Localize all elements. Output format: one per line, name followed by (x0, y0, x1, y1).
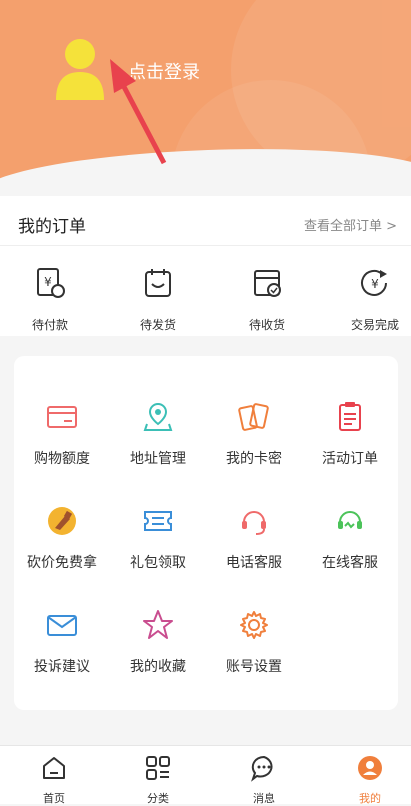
transaction-complete-icon: ¥ (361, 269, 387, 296)
service-label: 投诉建议 (34, 659, 90, 675)
headset-icon (242, 511, 266, 535)
box-receive-icon (254, 270, 281, 297)
location-icon (143, 402, 173, 431)
service-label: 电话客服 (226, 555, 282, 571)
order-label: 交易完成 (350, 318, 399, 332)
service-label: 地址管理 (130, 451, 186, 467)
category-icon (146, 756, 170, 780)
clipboard-icon (339, 402, 361, 431)
home-icon (43, 757, 65, 779)
message-icon (251, 755, 273, 782)
service-label: 砍价免费拿 (27, 555, 97, 571)
order-pending-receive[interactable]: 待收货 (232, 266, 302, 333)
bottom-tab-bar: 首页 分类 消息 我的 (0, 745, 411, 806)
tab-messages[interactable]: 消息 (234, 754, 294, 806)
services-grid: 购物额度 地址管理 我的卡密 活动订单 砍价免费拿 礼包领取 电话客服 在线客服… (14, 356, 398, 710)
service-label: 购物额度 (34, 451, 90, 467)
order-label: 待发货 (139, 318, 176, 332)
tab-home[interactable]: 首页 (24, 754, 84, 806)
avatar-icon[interactable] (54, 38, 106, 100)
tab-label: 分类 (147, 792, 169, 805)
profile-icon (358, 756, 382, 780)
wallet-pending-icon: ¥ (37, 268, 65, 298)
online-headset-icon (338, 511, 362, 529)
my-orders-section: 我的订单 查看全部订单 > ¥ 待付款 待发货 待收货 ¥ 交易完成 (0, 196, 411, 336)
mail-icon (47, 615, 77, 636)
tab-category[interactable]: 分类 (128, 754, 188, 806)
service-complaint[interactable]: 投诉建议 (14, 608, 110, 676)
card-icon (47, 406, 77, 428)
tab-label: 首页 (43, 792, 65, 805)
orders-title: 我的订单 (18, 217, 86, 237)
service-label: 我的收藏 (130, 659, 186, 675)
service-label: 我的卡密 (226, 451, 282, 467)
service-online-support[interactable]: 在线客服 (302, 504, 398, 572)
ticket-icon (144, 511, 172, 531)
package-ship-icon (145, 269, 171, 297)
service-my-cards[interactable]: 我的卡密 (206, 400, 302, 468)
svg-text:¥: ¥ (44, 275, 52, 289)
service-gift-pack[interactable]: 礼包领取 (110, 504, 206, 572)
cards-icon (238, 403, 269, 431)
service-bargain[interactable]: 砍价免费拿 (14, 504, 110, 572)
tab-label: 消息 (253, 792, 275, 805)
divider (0, 245, 411, 246)
service-label: 礼包领取 (130, 555, 186, 571)
star-icon (143, 610, 173, 639)
service-event-orders[interactable]: 活动订单 (302, 400, 398, 468)
service-account-settings[interactable]: 账号设置 (206, 608, 302, 676)
service-shopping-credit[interactable]: 购物额度 (14, 400, 110, 468)
order-label: 待付款 (31, 318, 68, 332)
service-phone-support[interactable]: 电话客服 (206, 504, 302, 572)
order-complete[interactable]: ¥ 交易完成 (340, 266, 410, 333)
service-favorites[interactable]: 我的收藏 (110, 608, 206, 676)
service-label: 在线客服 (322, 555, 378, 571)
order-pending-ship[interactable]: 待发货 (123, 266, 193, 333)
tab-label: 我的 (359, 792, 381, 805)
view-all-orders-link[interactable]: 查看全部订单 > (304, 215, 397, 234)
tab-profile[interactable]: 我的 (340, 754, 400, 806)
order-pending-payment[interactable]: ¥ 待付款 (15, 266, 85, 333)
pointer-arrow-icon (110, 59, 167, 165)
service-address[interactable]: 地址管理 (110, 400, 206, 468)
bargain-icon (48, 507, 76, 535)
service-label: 活动订单 (322, 451, 378, 467)
order-label: 待收货 (248, 318, 285, 332)
gear-icon (240, 611, 268, 639)
svg-text:¥: ¥ (371, 277, 379, 291)
service-label: 账号设置 (226, 659, 282, 675)
